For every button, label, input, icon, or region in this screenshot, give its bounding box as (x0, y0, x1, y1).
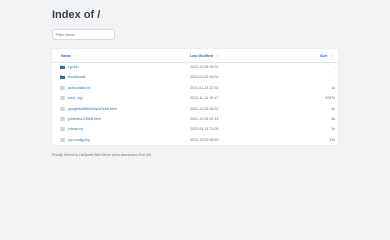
sort-icon: ↕ (216, 54, 218, 58)
table-row[interactable]: google6a9f6d2b9a3f7ebd.html 2021-12-06 08… (52, 104, 338, 114)
file-icon (60, 106, 65, 111)
modified-date: 2021-12-06 08:20 (190, 106, 219, 111)
folder-icon (60, 65, 65, 69)
file-name-link[interactable]: error_log (68, 96, 82, 100)
modified-date: 2024-11-14 19:17 (190, 96, 219, 101)
table-row[interactable]: wp-config.php 2024-10-09 08:59 13k (52, 135, 338, 145)
file-icon (60, 116, 65, 122)
file-icon (60, 85, 65, 91)
file-name-link[interactable]: wp-config.php (68, 138, 90, 142)
table-row[interactable]: achocolate.txt 2021-01-24 22:34 1k (52, 83, 338, 93)
filter-input[interactable] (52, 29, 115, 40)
modified-date: 2024-10-09 08:59 (190, 137, 219, 142)
file-name-link[interactable]: cgi-bin (68, 65, 79, 69)
table-row[interactable]: error_log 2024-11-14 19:17 4087k (52, 93, 338, 103)
file-icon (60, 137, 65, 143)
file-name-link[interactable]: thumbnails (68, 75, 85, 79)
table-row[interactable]: robots.txt 2023-05-14 23:05 1k (52, 124, 338, 134)
modified-date: 2022-12-06 08:20 (190, 65, 219, 69)
folder-icon (60, 75, 65, 80)
file-name-link[interactable]: pinterest-235e8.html (68, 117, 101, 121)
page-title: Index of / (52, 9, 101, 21)
server-footer: Proudly Served by LiteSpeed Web Server a… (52, 153, 152, 157)
table-row[interactable]: pinterest-235e8.html 2021-12-06 02:14 5k (52, 114, 338, 124)
modified-date: 2021-12-06 02:14 (190, 117, 219, 121)
table-row[interactable]: cgi-bin 2022-12-06 08:20 - (52, 62, 338, 72)
file-size: 1k (331, 85, 335, 90)
modified-date: 2021-01-24 22:34 (190, 85, 219, 90)
file-name-link[interactable]: robots.txt (68, 127, 83, 131)
table-row[interactable]: thumbnails 2023-01-05 04:00 - (52, 72, 338, 82)
sort-icon: ↕ (330, 54, 332, 58)
file-table: Name ↑ Last Modified ↕ Size ↕ cgi-bin 2022-1… (52, 49, 338, 145)
file-icon (60, 127, 65, 132)
file-name-link[interactable]: google6a9f6d2b9a3f7ebd.html (68, 107, 117, 111)
name-column-header[interactable]: Name ↑ (61, 54, 76, 58)
modified-date: 2023-01-05 04:00 (190, 75, 219, 80)
file-size: 1k (331, 106, 335, 111)
file-size: 13k (329, 137, 335, 142)
file-size: 5k (331, 117, 335, 121)
sort-asc-icon: ↑ (73, 54, 76, 58)
modified-column-header[interactable]: Last Modified ↕ (190, 54, 218, 58)
table-header: Name ↑ Last Modified ↕ Size ↕ (52, 49, 338, 63)
file-size: - (333, 65, 335, 69)
file-size: 1k (331, 127, 335, 132)
size-column-header[interactable]: Size ↕ (320, 54, 332, 58)
file-name-link[interactable]: achocolate.txt (68, 86, 90, 90)
file-size: - (333, 75, 335, 80)
file-icon (60, 95, 65, 101)
modified-date: 2023-05-14 23:05 (190, 127, 219, 132)
file-size: 4087k (325, 96, 335, 101)
